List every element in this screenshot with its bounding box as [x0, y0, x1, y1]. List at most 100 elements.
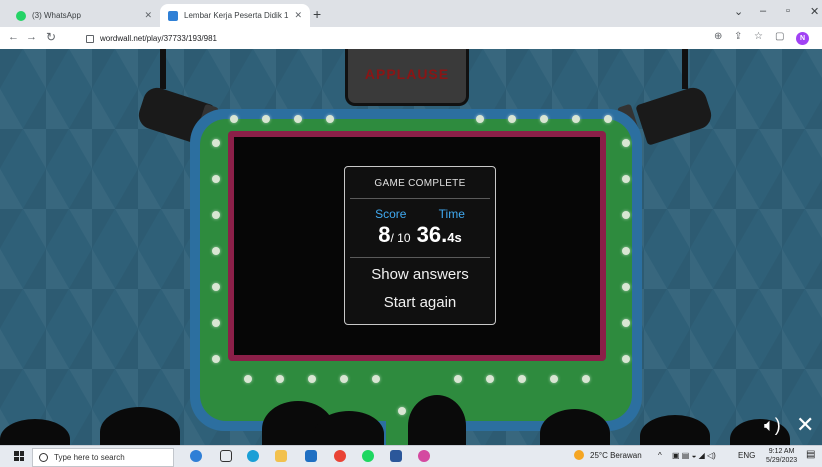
- clock-date: 5/29/2023: [766, 457, 798, 464]
- taskbar-search-box[interactable]: Type here to search: [32, 448, 174, 467]
- tab-title: Lembar Kerja Peserta Didik 1 - Te: [184, 11, 290, 20]
- score-label: Score: [375, 207, 407, 221]
- whatsapp-icon: [16, 10, 26, 21]
- bulb: [212, 355, 220, 363]
- edge-icon[interactable]: [247, 450, 259, 462]
- close-tab-icon[interactable]: ✕: [144, 10, 152, 21]
- bulb: [276, 375, 284, 383]
- time-value: 36.: [416, 222, 448, 247]
- clock[interactable]: 9:12 AM 5/29/2023: [766, 447, 797, 465]
- bulb: [622, 175, 630, 183]
- close-window-icon[interactable]: ✕: [810, 5, 819, 18]
- address-bar: ← → ↻ wordwall.net/play/37733/193/981 ⊕ …: [0, 27, 822, 50]
- result-values: 8/ 10 36.4s: [345, 222, 495, 248]
- close-game-icon[interactable]: ✕: [796, 412, 814, 438]
- word-icon[interactable]: [390, 450, 402, 462]
- bulb: [212, 319, 220, 327]
- tab-search-icon[interactable]: ⌄: [734, 5, 743, 18]
- bulb: [212, 283, 220, 291]
- bulb: [326, 115, 334, 123]
- language-indicator[interactable]: ENG: [738, 451, 755, 460]
- time-label: Time: [438, 207, 465, 221]
- bulb: [486, 375, 494, 383]
- sidepanel-icon[interactable]: ▢: [775, 31, 784, 42]
- profile-avatar[interactable]: N: [796, 32, 809, 45]
- divider: [350, 257, 490, 258]
- sound-icon[interactable]: 🔈︎): [764, 415, 781, 436]
- paint-icon[interactable]: [418, 450, 430, 462]
- bulb: [518, 375, 526, 383]
- lock-icon: [86, 35, 94, 43]
- url-field[interactable]: wordwall.net/play/37733/193/981: [86, 30, 686, 46]
- bulb: [454, 375, 462, 383]
- tray-overflow-icon[interactable]: ^: [658, 451, 662, 460]
- wordwall-icon: [168, 10, 178, 21]
- game-complete-panel: GAME COMPLETE Score Time 8/ 10 36.4s Sho…: [344, 166, 496, 325]
- cortana-icon[interactable]: [190, 450, 202, 462]
- bulb: [582, 375, 590, 383]
- game-stage: APPLAUSE GAME COMPLETE Score Time 8/ 10 …: [0, 49, 822, 445]
- panel-title: GAME COMPLETE: [374, 178, 466, 189]
- bulb: [604, 115, 612, 123]
- bulb: [212, 247, 220, 255]
- bulb: [398, 407, 406, 415]
- zoom-icon[interactable]: ⊕: [714, 31, 722, 42]
- weather-icon: [574, 450, 584, 460]
- bulb: [212, 175, 220, 183]
- task-view-icon[interactable]: [220, 450, 232, 462]
- score-total: / 10: [390, 231, 411, 245]
- mail-icon[interactable]: [305, 450, 317, 462]
- back-icon[interactable]: ←: [8, 31, 19, 43]
- bulb: [622, 319, 630, 327]
- url-text: wordwall.net/play/37733/193/981: [100, 33, 217, 43]
- spotlight-pole: [682, 49, 688, 89]
- divider: [350, 198, 490, 199]
- chrome-icon[interactable]: [334, 450, 346, 462]
- tab-wordwall[interactable]: Lembar Kerja Peserta Didik 1 - Te ✕: [160, 4, 310, 27]
- reload-icon[interactable]: ↻: [46, 30, 56, 44]
- weather-text[interactable]: 25°C Berawan: [590, 451, 642, 460]
- bulb: [244, 375, 252, 383]
- windows-start-icon[interactable]: [14, 451, 24, 461]
- audience-silhouette: [640, 415, 710, 445]
- bulb: [212, 139, 220, 147]
- bulb: [550, 375, 558, 383]
- tab-strip: (3) WhatsApp ✕ Lembar Kerja Peserta Didi…: [0, 0, 822, 27]
- spotlight-pole: [160, 49, 166, 89]
- new-tab-button[interactable]: +: [313, 6, 321, 22]
- spotlight-right: [635, 84, 715, 146]
- bookmark-star-icon[interactable]: ☆: [754, 31, 763, 42]
- notification-icon[interactable]: ▤: [806, 449, 815, 460]
- show-answers-button[interactable]: Show answers: [345, 266, 495, 283]
- share-icon[interactable]: ⇪: [734, 31, 742, 42]
- bulb: [622, 247, 630, 255]
- bulb: [476, 115, 484, 123]
- tab-title: (3) WhatsApp: [32, 11, 81, 20]
- bulb: [212, 211, 220, 219]
- bulb: [622, 355, 630, 363]
- bulb: [540, 115, 548, 123]
- bulb: [294, 115, 302, 123]
- score-value: 8: [378, 222, 391, 247]
- tab-whatsapp[interactable]: (3) WhatsApp ✕: [8, 4, 160, 27]
- audience-silhouette: [0, 419, 70, 445]
- forward-icon[interactable]: →: [26, 31, 37, 43]
- search-icon: [39, 453, 48, 462]
- minimize-icon[interactable]: –: [760, 5, 766, 17]
- close-tab-icon[interactable]: ✕: [294, 10, 302, 21]
- bulb: [572, 115, 580, 123]
- bulb: [372, 375, 380, 383]
- start-again-button[interactable]: Start again: [345, 294, 495, 311]
- spotify-icon[interactable]: [362, 450, 374, 462]
- bulb: [622, 211, 630, 219]
- result-labels: Score Time: [345, 207, 495, 221]
- maximize-icon[interactable]: ▫: [786, 5, 790, 17]
- file-explorer-icon[interactable]: [275, 450, 287, 462]
- taskbar: Type here to search 25°C Berawan ^ ▣ ▤ ◒…: [0, 445, 822, 467]
- bulb: [622, 139, 630, 147]
- bulb: [508, 115, 516, 123]
- tray-icons[interactable]: ▣ ▤ ◒ ◢ ◁): [672, 451, 716, 460]
- applause-sign: APPLAUSE: [345, 49, 469, 106]
- bulb: [622, 283, 630, 291]
- bulb: [230, 115, 238, 123]
